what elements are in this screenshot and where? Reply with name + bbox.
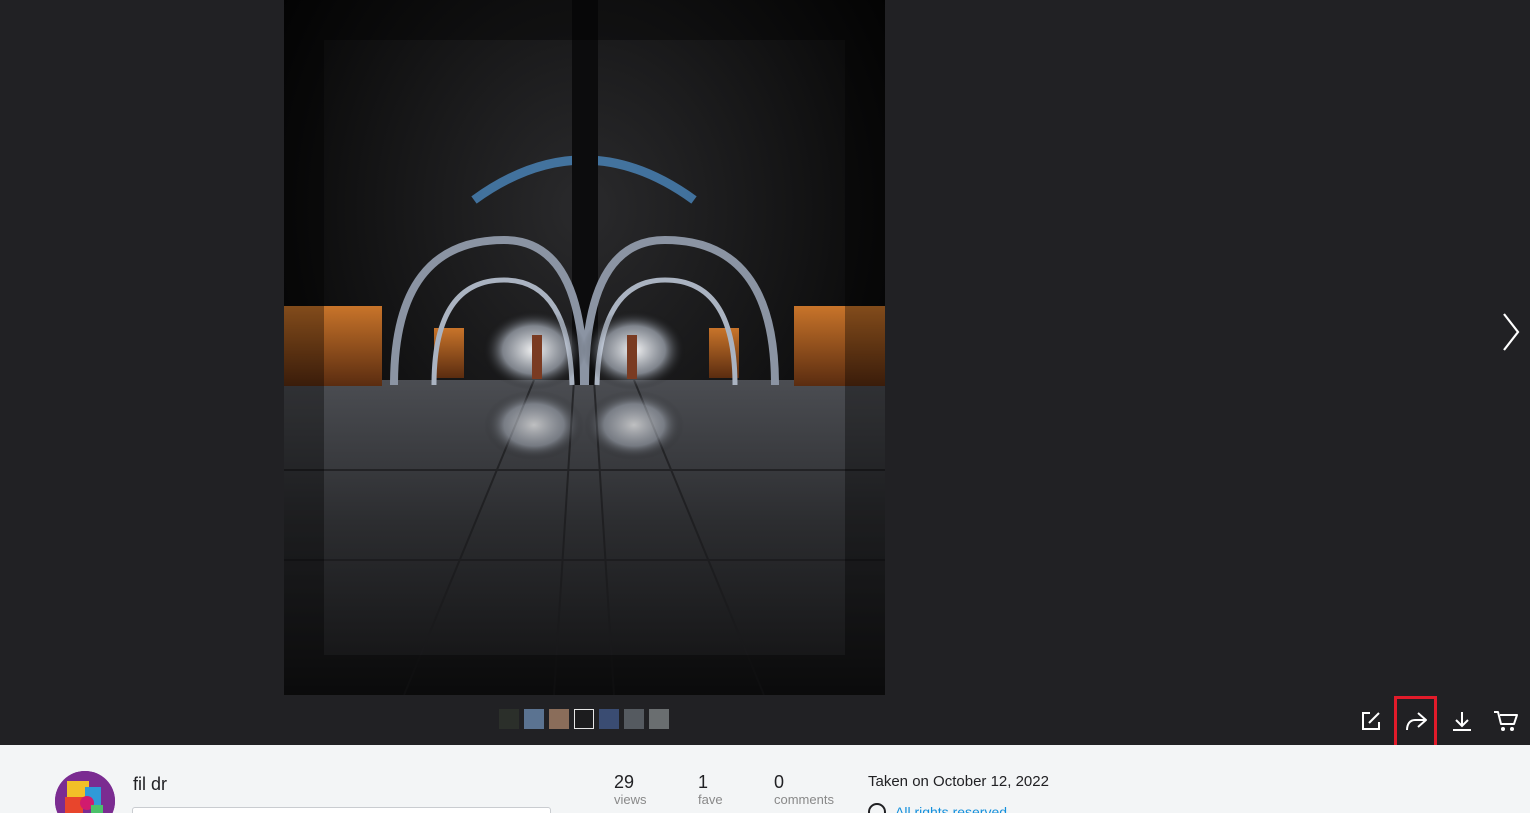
photo-info-panel: fil dr 29 views 1 fave 0 comments Taken … xyxy=(0,745,1530,813)
edit-button[interactable] xyxy=(1357,707,1385,735)
filmstrip-thumb-4[interactable] xyxy=(574,709,594,729)
next-photo-button[interactable] xyxy=(1496,310,1524,354)
avatar-image xyxy=(55,771,115,813)
comments-stat[interactable]: 0 comments xyxy=(774,771,834,807)
chevron-right-icon xyxy=(1503,313,1520,351)
main-photo[interactable] xyxy=(284,0,885,695)
username[interactable]: fil dr xyxy=(133,774,167,795)
photo-viewer xyxy=(0,0,1530,767)
comments-count: 0 xyxy=(774,772,785,792)
avatar[interactable] xyxy=(55,771,115,813)
faves-count: 1 xyxy=(698,772,709,792)
filmstrip-thumb-3[interactable] xyxy=(549,709,569,729)
cart-button[interactable] xyxy=(1492,707,1520,735)
filmstrip-thumb-2[interactable] xyxy=(524,709,544,729)
filmstrip-thumb-7[interactable] xyxy=(649,709,669,729)
follow-field[interactable] xyxy=(132,807,551,813)
views-count: 29 xyxy=(614,772,635,792)
edit-icon xyxy=(1362,712,1380,730)
views-stat: 29 views xyxy=(614,771,647,807)
comments-label: comments xyxy=(774,792,834,807)
filmstrip-thumb-5[interactable] xyxy=(599,709,619,729)
license-info[interactable]: All rights reserved xyxy=(868,803,1007,813)
filmstrip-thumb-1[interactable] xyxy=(499,709,519,729)
cart-icon xyxy=(1494,711,1518,731)
license-link[interactable]: All rights reserved xyxy=(895,804,1007,813)
filmstrip-thumb-6[interactable] xyxy=(624,709,644,729)
download-button[interactable] xyxy=(1448,707,1476,735)
share-button[interactable] xyxy=(1402,707,1430,735)
download-icon xyxy=(1453,712,1471,731)
views-label: views xyxy=(614,792,647,807)
taken-date: Taken on October 12, 2022 xyxy=(868,773,1049,790)
share-icon xyxy=(1406,712,1427,731)
faves-stat[interactable]: 1 fave xyxy=(698,771,723,807)
copyright-icon xyxy=(868,803,886,813)
faves-label: fave xyxy=(698,792,723,807)
photostream-filmstrip xyxy=(499,709,669,729)
